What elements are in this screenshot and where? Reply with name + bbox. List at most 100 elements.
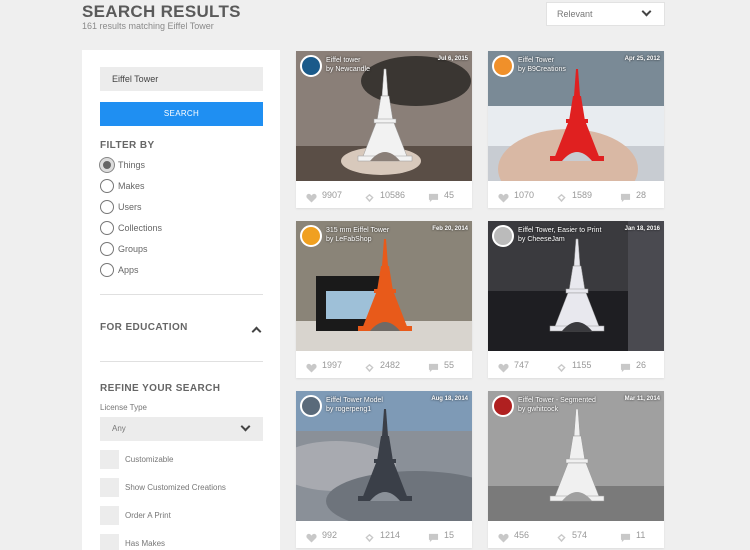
- result-card[interactable]: Eiffel tower by Newcandle Jul 6, 2015 9907 1…: [296, 51, 472, 208]
- card-author[interactable]: by B9Creations: [518, 66, 566, 73]
- card-date: Mar 11, 2014: [624, 396, 660, 402]
- card-author[interactable]: by CheeseJam: [518, 236, 565, 243]
- collect-icon[interactable]: [556, 360, 567, 378]
- card-date: Jul 6, 2015: [437, 56, 468, 62]
- radio-button[interactable]: [100, 200, 114, 214]
- filter-sidebar: SEARCH FILTER BY Things Makes Users Coll…: [82, 50, 280, 550]
- comment-count: 28: [636, 190, 647, 200]
- divider: [100, 294, 263, 295]
- card-title[interactable]: Eiffel tower: [326, 57, 361, 64]
- card-title[interactable]: Eiffel Tower, Easier to Print: [518, 227, 601, 234]
- radio-button[interactable]: [100, 242, 114, 256]
- checkbox[interactable]: [100, 534, 119, 550]
- thumbnail-image[interactable]: [488, 391, 664, 521]
- divider: [100, 361, 263, 362]
- card-stats: 9907 10586 45: [296, 181, 472, 208]
- heart-icon[interactable]: [498, 530, 509, 548]
- collect-icon[interactable]: [556, 530, 567, 548]
- license-type-select[interactable]: Any: [100, 417, 263, 441]
- heart-icon[interactable]: [306, 360, 317, 378]
- like-count: 9907: [322, 190, 343, 200]
- checkbox[interactable]: [100, 478, 119, 497]
- chevron-up-icon[interactable]: [251, 326, 262, 337]
- checkbox[interactable]: [100, 450, 119, 469]
- heart-icon[interactable]: [498, 190, 509, 208]
- user-avatar[interactable]: [300, 395, 322, 417]
- comment-icon[interactable]: [428, 360, 439, 378]
- card-date: Feb 20, 2014: [432, 226, 468, 232]
- collect-count: 2482: [380, 360, 401, 370]
- comment-count: 11: [636, 530, 646, 540]
- result-card[interactable]: Eiffel Tower - Segmented by gwhitcock Mar …: [488, 391, 664, 548]
- card-author[interactable]: by rogerpeng1: [326, 406, 371, 413]
- thumbnail-image[interactable]: [296, 391, 472, 521]
- refine-heading: REFINE YOUR SEARCH: [100, 383, 221, 394]
- comment-count: 45: [444, 190, 455, 200]
- user-avatar[interactable]: [492, 395, 514, 417]
- like-count: 747: [514, 360, 530, 370]
- comment-icon[interactable]: [428, 190, 439, 208]
- thumbnail-image[interactable]: [296, 51, 472, 181]
- collect-icon[interactable]: [364, 190, 375, 208]
- radio-button[interactable]: [100, 221, 114, 235]
- filter-option-label: Makes: [118, 181, 145, 191]
- chevron-down-icon: [641, 6, 652, 17]
- result-card[interactable]: Eiffel Tower, Easier to Print by CheeseJa…: [488, 221, 664, 378]
- radio-button[interactable]: [100, 179, 114, 193]
- heart-icon[interactable]: [306, 190, 317, 208]
- card-author[interactable]: by gwhitcock: [518, 406, 558, 413]
- heart-icon[interactable]: [306, 530, 317, 548]
- search-button[interactable]: SEARCH: [100, 102, 263, 126]
- chevron-down-icon: [240, 421, 251, 432]
- checkbox-label: Customizable: [125, 455, 174, 464]
- card-title[interactable]: 315 mm Eiffel Tower: [326, 227, 389, 234]
- card-stats: 1070 1589 28: [488, 181, 664, 208]
- collect-icon[interactable]: [364, 530, 375, 548]
- collect-icon[interactable]: [556, 190, 567, 208]
- result-card[interactable]: Eiffel Tower Model by rogerpeng1 Aug 18, 2…: [296, 391, 472, 548]
- card-date: Apr 25, 2012: [624, 56, 660, 62]
- collect-count: 574: [572, 530, 588, 540]
- card-stats: 456 574 11: [488, 521, 664, 548]
- sort-dropdown[interactable]: Relevant: [546, 2, 665, 26]
- comment-icon[interactable]: [428, 530, 439, 548]
- education-heading[interactable]: FOR EDUCATION: [100, 322, 188, 333]
- result-card[interactable]: Eiffel Tower by B9Creations Apr 25, 2012 10…: [488, 51, 664, 208]
- collect-count: 1589: [572, 190, 593, 200]
- sort-selected-value: Relevant: [557, 9, 593, 19]
- license-type-label: License Type: [100, 403, 147, 412]
- collect-icon[interactable]: [364, 360, 375, 378]
- user-avatar[interactable]: [300, 55, 322, 77]
- filter-option-label: Users: [118, 202, 142, 212]
- card-author[interactable]: by LeFabShop: [326, 236, 372, 243]
- user-avatar[interactable]: [300, 225, 322, 247]
- comment-icon[interactable]: [620, 530, 631, 548]
- thumbnail-image[interactable]: [488, 51, 664, 181]
- checkbox-label: Order A Print: [125, 511, 171, 520]
- thumbnail-image[interactable]: [296, 221, 472, 351]
- comment-icon[interactable]: [620, 360, 631, 378]
- comment-count: 55: [444, 360, 455, 370]
- checkbox[interactable]: [100, 506, 119, 525]
- card-title[interactable]: Eiffel Tower - Segmented: [518, 397, 596, 404]
- user-avatar[interactable]: [492, 55, 514, 77]
- card-date: Jan 18, 2016: [624, 226, 660, 232]
- card-title[interactable]: Eiffel Tower: [518, 57, 554, 64]
- radio-button[interactable]: [100, 158, 114, 172]
- user-avatar[interactable]: [492, 225, 514, 247]
- search-input[interactable]: [100, 67, 263, 91]
- card-stats: 992 1214 15: [296, 521, 472, 548]
- card-title[interactable]: Eiffel Tower Model: [326, 397, 383, 404]
- radio-button[interactable]: [100, 263, 114, 277]
- filter-option-label: Apps: [118, 265, 139, 275]
- heart-icon[interactable]: [498, 360, 509, 378]
- collect-count: 1155: [572, 360, 592, 370]
- result-card[interactable]: 315 mm Eiffel Tower by LeFabShop Feb 20, 2…: [296, 221, 472, 378]
- comment-icon[interactable]: [620, 190, 631, 208]
- thumbnail-image[interactable]: [488, 221, 664, 351]
- like-count: 456: [514, 530, 530, 540]
- filter-option-label: Collections: [118, 223, 163, 233]
- comment-count: 26: [636, 360, 647, 370]
- card-author[interactable]: by Newcandle: [326, 66, 370, 73]
- collect-count: 10586: [380, 190, 406, 200]
